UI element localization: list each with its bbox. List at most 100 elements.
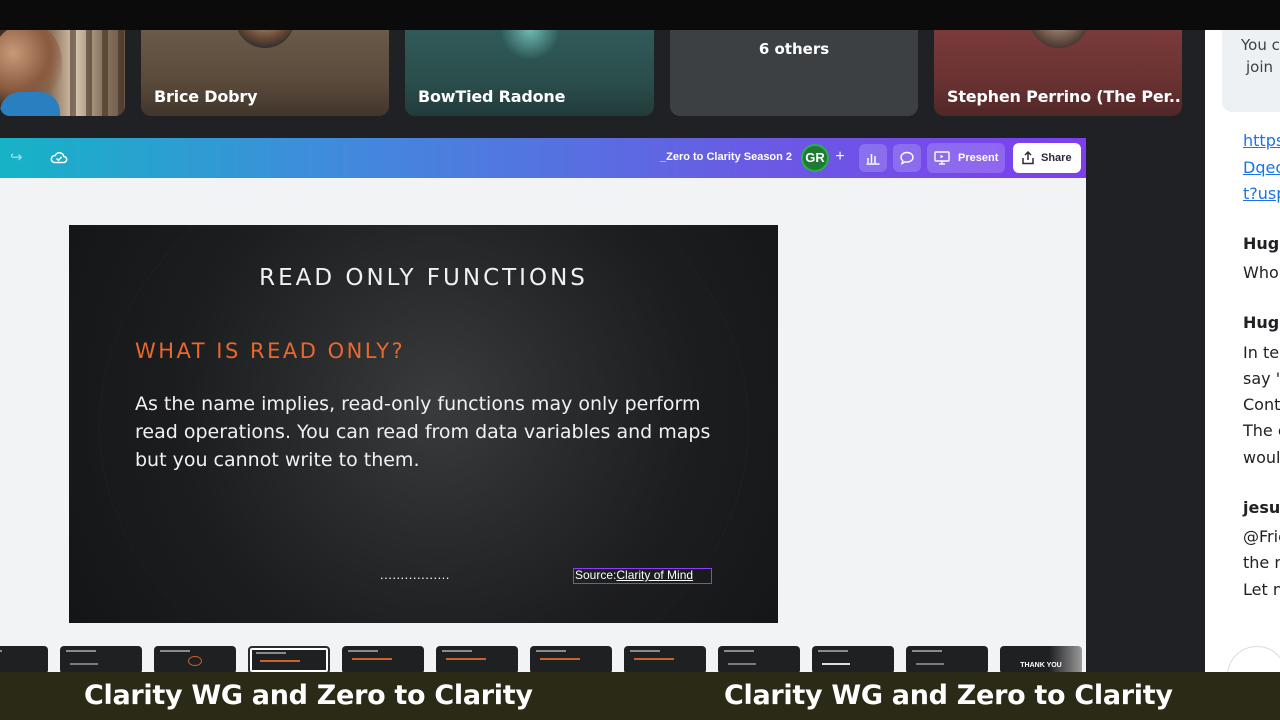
participant-tile[interactable]: Brice Dobry	[141, 30, 389, 116]
thumb-line	[260, 660, 300, 662]
slide-thumbnail[interactable]	[154, 646, 236, 672]
chat-message-line: woul	[1243, 448, 1280, 467]
thumb-line	[630, 650, 660, 652]
chat-sender: Hugo	[1243, 313, 1280, 332]
thumb-line	[540, 658, 580, 660]
chat-message-line: In te	[1243, 343, 1280, 362]
chat-sender: Hugo	[1243, 234, 1280, 253]
chat-send-button[interactable]	[1227, 646, 1280, 672]
avatar	[1029, 30, 1089, 48]
chat-link[interactable]: Dqeo	[1243, 158, 1280, 177]
slide-thumbnail-current[interactable]	[248, 646, 330, 672]
chat-system-message: You c join	[1222, 30, 1280, 112]
slide-thumbnail[interactable]	[906, 646, 988, 672]
slide-thumbnail-strip: THANK YOU	[0, 646, 1086, 672]
source-link[interactable]: Clarity of Mind	[616, 568, 693, 582]
slide-thumbnail[interactable]	[342, 646, 424, 672]
thumb-line	[160, 650, 190, 652]
thumb-line	[0, 650, 2, 652]
redo-icon[interactable]: ↪	[10, 148, 23, 166]
thumb-line	[352, 658, 392, 660]
participant-video-shirt	[0, 92, 60, 116]
cloud-saved-icon[interactable]	[50, 149, 68, 167]
slide-thumbnail[interactable]	[530, 646, 612, 672]
blinds-stripe	[86, 30, 92, 116]
comments-button[interactable]	[893, 144, 921, 172]
chat-message-line: Who	[1243, 263, 1279, 282]
blinds-stripe	[70, 30, 76, 116]
caption-left: Clarity WG and Zero to Clarity	[84, 680, 533, 711]
slide-thumbnail[interactable]	[812, 646, 894, 672]
participant-tile-self[interactable]	[0, 30, 125, 116]
slide-thumbnail[interactable]	[60, 646, 142, 672]
meet-window: Brice Dobry BowTied Radone 6 others Step…	[0, 0, 1280, 720]
collaborator-avatar[interactable]: GR	[801, 144, 829, 172]
participant-name: Stephen Perrino (The Per...	[947, 87, 1182, 106]
top-strip	[0, 0, 1280, 30]
share-icon	[1022, 150, 1034, 165]
present-label: Present	[958, 152, 999, 164]
present-icon	[934, 151, 950, 165]
slide-canvas[interactable]: READ ONLY FUNCTIONS WHAT IS READ ONLY? A…	[69, 225, 778, 623]
slide-source-textbox[interactable]: Source:Clarity of Mind	[573, 568, 712, 584]
screen-share: ↪ _Zero to Clarity Season 2 GR + Present…	[0, 138, 1086, 672]
chat-message-line: The c	[1243, 421, 1280, 440]
comment-icon	[900, 151, 914, 165]
thumb-line	[728, 663, 756, 665]
thumb-line	[822, 663, 850, 665]
chat-message-line: the n	[1243, 553, 1280, 572]
slide-dots: .................	[380, 567, 450, 582]
editor-toolbar: ↪ _Zero to Clarity Season 2 GR + Present…	[0, 138, 1086, 178]
slide-thumbnail[interactable]	[624, 646, 706, 672]
chat-sender: jesus	[1243, 498, 1280, 517]
chat-message-line: Let n	[1243, 580, 1280, 599]
thumb-line	[916, 663, 944, 665]
others-tile[interactable]: 6 others	[670, 30, 918, 116]
chat-message-line: @Frie	[1243, 527, 1280, 546]
thumb-mark	[188, 656, 202, 666]
thumb-line	[724, 650, 754, 652]
participant-name: Brice Dobry	[154, 87, 258, 106]
document-title[interactable]: _Zero to Clarity Season 2	[660, 151, 792, 163]
share-button[interactable]: Share	[1013, 143, 1081, 173]
slide-thumbnail[interactable]: THANK YOU	[1000, 646, 1082, 672]
slide-body-text: As the name implies, read-only functions…	[135, 393, 711, 471]
slide-title: READ ONLY FUNCTIONS	[259, 265, 588, 291]
thumb-line	[348, 650, 378, 652]
thumb-line	[66, 650, 96, 652]
chat-link[interactable]: t?usp	[1243, 184, 1280, 203]
slide-thumbnail[interactable]	[0, 646, 48, 672]
participant-tile[interactable]: Stephen Perrino (The Per...	[934, 30, 1182, 116]
others-count: 6 others	[758, 40, 830, 58]
chat-message-line: say "	[1243, 369, 1280, 388]
avatar	[235, 30, 295, 48]
participant-name: BowTied Radone	[418, 87, 566, 106]
thumb-line	[912, 650, 942, 652]
add-collaborator-button[interactable]: +	[828, 146, 852, 170]
slide-thumbnail[interactable]	[718, 646, 800, 672]
thumb-text: THANK YOU	[1020, 662, 1062, 669]
present-button[interactable]: Present	[927, 143, 1005, 173]
participant-tile[interactable]: BowTied Radone	[405, 30, 654, 116]
chat-message-line: Cont	[1243, 395, 1280, 414]
chat-link[interactable]: https	[1243, 131, 1280, 150]
blinds-stripe	[102, 30, 108, 116]
thumb-line	[442, 650, 472, 652]
stream-caption-bar: Clarity WG and Zero to Clarity Clarity W…	[0, 672, 1280, 720]
thumb-line	[256, 652, 286, 654]
chat-system-line: join	[1246, 58, 1274, 76]
slide-thumbnail[interactable]	[436, 646, 518, 672]
slide-subtitle: WHAT IS READ ONLY?	[135, 339, 406, 363]
thumb-line	[818, 650, 848, 652]
thumb-line	[70, 663, 98, 665]
share-label: Share	[1041, 152, 1072, 164]
chat-panel: You c join https Dqeo t?usp Hugo Who Hug…	[1205, 30, 1280, 672]
thumb-line	[536, 650, 566, 652]
blinds-stripe	[118, 30, 124, 116]
avatar	[500, 30, 560, 60]
thumb-line	[634, 658, 674, 660]
chat-system-line: You c	[1241, 36, 1280, 54]
insights-button[interactable]	[859, 144, 887, 172]
thumb-line	[446, 658, 486, 660]
source-prefix: Source:	[575, 568, 617, 582]
